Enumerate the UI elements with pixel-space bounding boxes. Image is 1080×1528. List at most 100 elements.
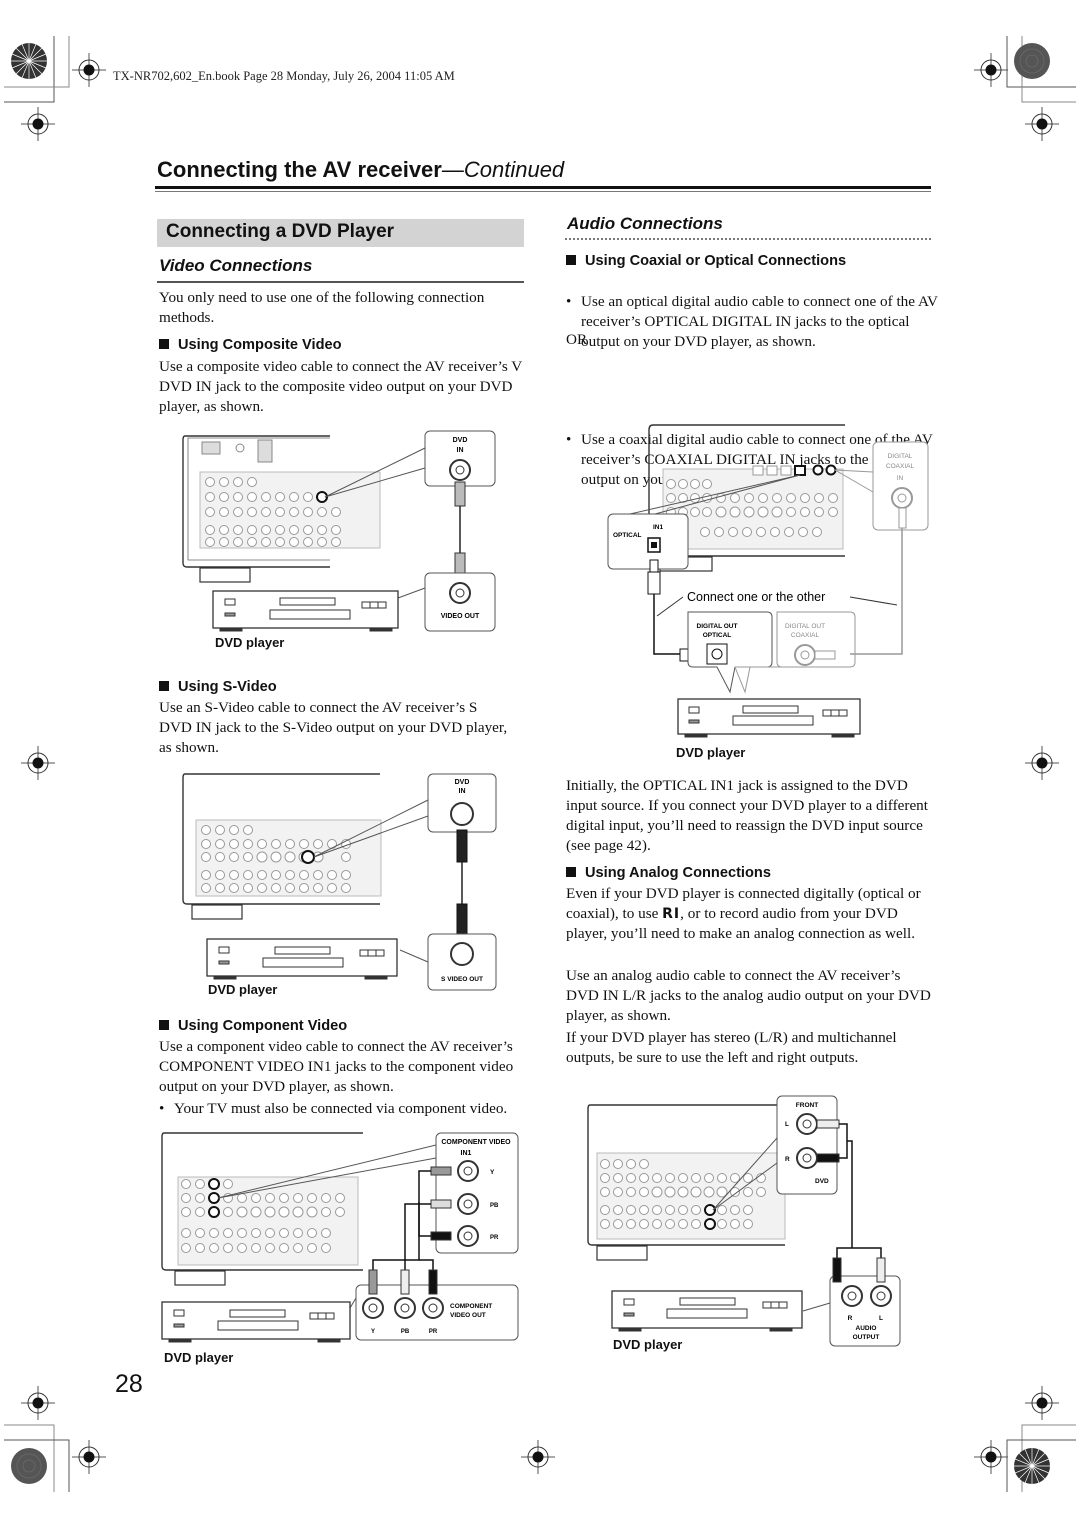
- heading-analog: Using Analog Connections: [566, 865, 771, 881]
- callout-label: IN: [459, 788, 466, 795]
- square-bullet-icon: [159, 1020, 169, 1030]
- svideo-diagram: DVD IN S VIDEO OUT: [180, 772, 500, 1002]
- dvd-player-label: DVD player: [208, 982, 278, 997]
- square-bullet-icon: [566, 867, 576, 877]
- title-rule: [155, 186, 931, 189]
- registration-mark: [21, 746, 55, 780]
- ri-logo-icon: RI: [662, 906, 681, 922]
- analog-audio-diagram: FRONT L R DVD R L AUDIO OUTPUT: [585, 1093, 915, 1353]
- dvd-player-label: DVD player: [164, 1350, 234, 1365]
- analog-text-1: Even if your DVD player is connected dig…: [566, 885, 921, 942]
- callout-label: DIGITAL OUT: [785, 623, 825, 630]
- digital-bullet-optical: Use an optical digital audio cable to co…: [566, 292, 945, 352]
- dvd-player-illustration: [161, 1301, 351, 1343]
- component-video-diagram: COMPONENT VIDEO IN1 Y PB PR Y PB PR COMP…: [158, 1130, 523, 1345]
- subsection-rule: [157, 281, 524, 283]
- composite-video-diagram: DVD IN VIDEO OUT: [180, 428, 500, 663]
- jack-label: Y: [371, 1329, 375, 1335]
- callout-label: S VIDEO OUT: [441, 976, 483, 983]
- page-title: Connecting the AV receiver—Continued: [157, 157, 564, 183]
- star-target-bottom-right: [1014, 1448, 1050, 1484]
- subsection-rule: [565, 238, 931, 241]
- registration-mark: [974, 53, 1008, 87]
- dvd-player-label: DVD player: [215, 635, 285, 650]
- receiver-rear-panel: [161, 1132, 363, 1286]
- composite-cable: [454, 481, 466, 578]
- callout-label: L: [785, 1121, 789, 1128]
- registration-mark: [72, 53, 106, 87]
- connect-note: Connect one or the other: [687, 590, 825, 604]
- registration-mark: [21, 107, 55, 141]
- jack-label: L: [879, 1315, 883, 1322]
- component-bullet: Your TV must also be connected via compo…: [159, 1099, 544, 1119]
- jack-label: Y: [490, 1169, 495, 1176]
- analog-cable: [836, 1123, 882, 1263]
- dvd-player-illustration: [677, 698, 861, 738]
- subsection-title-audio: Audio Connections: [567, 214, 723, 233]
- jack-label: PR: [429, 1329, 438, 1335]
- audio-output-callout: R L AUDIO OUTPUT: [802, 1257, 901, 1347]
- receiver-rear-panel: [182, 435, 381, 583]
- optical-out-callout: DIGITAL OUT OPTICAL: [687, 611, 773, 694]
- receiver-rear-panel: [587, 1104, 786, 1261]
- callout-label: DVD: [455, 779, 470, 786]
- subsection-title-video: Video Connections: [159, 256, 313, 275]
- dvd-player-illustration: [611, 1290, 803, 1332]
- callout-label: R: [785, 1156, 790, 1163]
- callout-label: FRONT: [796, 1102, 818, 1109]
- analog-text-3: If your DVD player has stereo (L/R) and …: [566, 1029, 897, 1066]
- digital-audio-diagram: IN1 OPTICAL DIGITAL COAXIAL IN Connect o…: [605, 422, 930, 742]
- dvd-player-label: DVD player: [676, 745, 746, 760]
- registration-mark: [974, 1440, 1008, 1474]
- callout-label: OPTICAL: [613, 532, 642, 539]
- callout-label: DIGITAL OUT: [697, 623, 738, 630]
- square-bullet-icon: [566, 255, 576, 265]
- component-out-callout: Y PB PR COMPONENT VIDEO OUT: [349, 1269, 519, 1341]
- square-bullet-icon: [159, 339, 169, 349]
- svideo-cable: [456, 829, 468, 937]
- callout-label: OPTICAL: [703, 632, 732, 639]
- callout-label: COAXIAL: [791, 632, 820, 639]
- callout-label: DIGITAL: [888, 453, 913, 460]
- heading-composite: Using Composite Video: [159, 337, 342, 353]
- intro-text: You only need to use one of the followin…: [159, 289, 485, 326]
- or-text: OR: [566, 331, 588, 348]
- callout-label: IN1: [461, 1150, 472, 1157]
- heading-digital: Using Coaxial or Optical Connections: [566, 253, 846, 269]
- jack-label: PR: [490, 1235, 499, 1241]
- section-header: Connecting a DVD Player: [157, 219, 524, 247]
- disc-target-top-right: [1014, 43, 1050, 79]
- dvd-player-illustration: [206, 938, 398, 980]
- jack-label: PB: [490, 1203, 499, 1209]
- callout-label: DVD: [453, 437, 468, 444]
- registration-mark: [21, 1386, 55, 1420]
- callout-label: COMPONENT VIDEO: [441, 1139, 511, 1146]
- page-title-main: Connecting the AV receiver: [157, 157, 442, 182]
- registration-mark: [1025, 1386, 1059, 1420]
- registration-mark: [1025, 746, 1059, 780]
- jack-label: PB: [401, 1329, 410, 1335]
- square-bullet-icon: [159, 681, 169, 691]
- callout-label: AUDIO: [856, 1325, 877, 1332]
- callout-label: IN1: [653, 524, 664, 531]
- page-number: 28: [115, 1370, 143, 1398]
- callout-label: COAXIAL: [886, 463, 915, 470]
- section-title: Connecting a DVD Player: [166, 221, 395, 242]
- dvd-player-illustration: [212, 590, 399, 632]
- svideo-text: Use an S-Video cable to connect the AV r…: [159, 699, 508, 756]
- jack-label: R: [848, 1315, 853, 1322]
- callout-label: IN: [457, 447, 464, 454]
- registration-mark: [72, 1440, 106, 1474]
- callout-label: IN: [897, 475, 904, 482]
- optical-cable: [647, 559, 693, 662]
- registration-mark: [521, 1440, 555, 1474]
- optical-assignment-note: Initially, the OPTICAL IN1 jack is assig…: [566, 777, 928, 854]
- component-text: Use a component video cable to connect t…: [159, 1038, 514, 1095]
- print-header: TX-NR702,602_En.book Page 28 Monday, Jul…: [113, 69, 455, 83]
- video-out-callout: VIDEO OUT: [397, 572, 496, 632]
- dvd-player-label: DVD player: [613, 1337, 683, 1352]
- callout-label: OUTPUT: [853, 1334, 880, 1341]
- composite-text: Use a composite video cable to connect t…: [159, 358, 522, 415]
- coaxial-in-callout: DIGITAL COAXIAL IN: [834, 441, 929, 655]
- callout-label: VIDEO OUT: [450, 1312, 486, 1319]
